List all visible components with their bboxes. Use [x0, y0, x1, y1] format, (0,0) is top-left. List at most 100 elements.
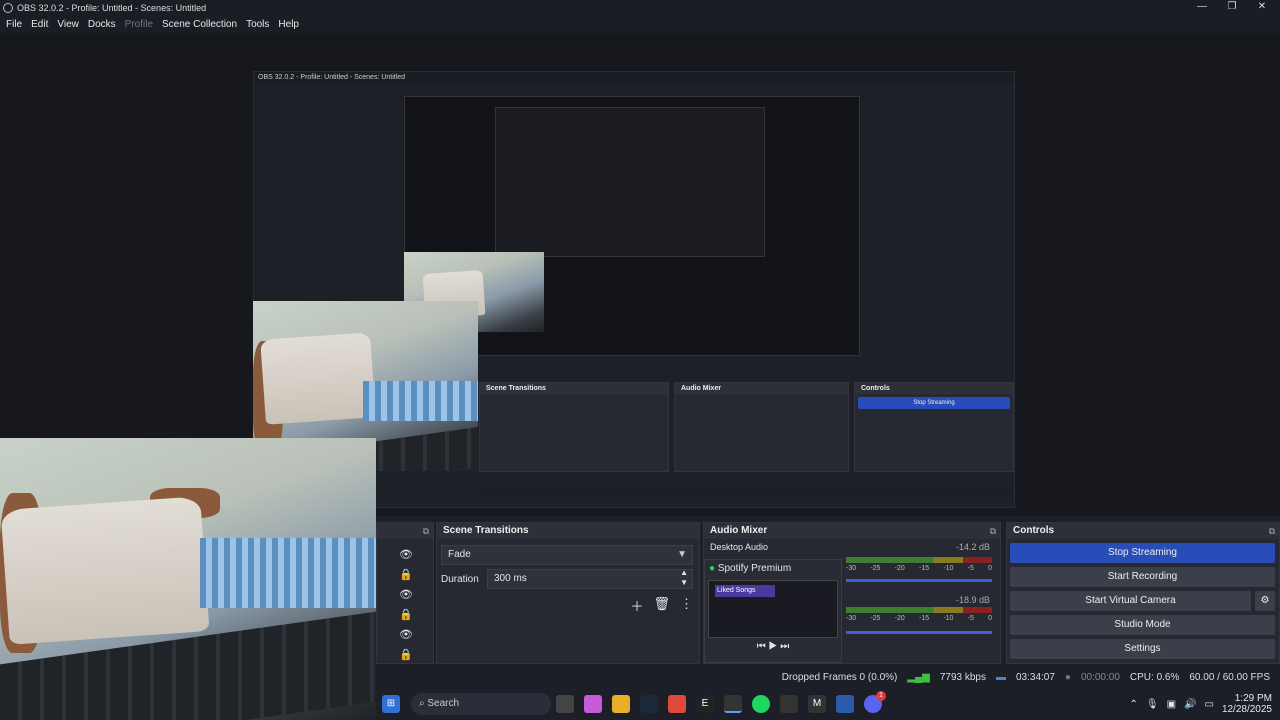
source-row[interactable]: 👁 🔒	[399, 625, 429, 665]
network-icon[interactable]: ▣	[1167, 699, 1176, 710]
battery-icon[interactable]: ▭	[1204, 699, 1213, 710]
play-icon[interactable]: ▶	[769, 641, 778, 652]
desktop-audio-label: Desktop Audio	[710, 542, 769, 552]
app-icon[interactable]: M	[808, 695, 826, 713]
spotify-icon[interactable]	[752, 695, 770, 713]
add-transition-button[interactable]: ＋	[630, 596, 643, 615]
duration-label: Duration	[441, 573, 479, 585]
fps: 60.00 / 60.00 FPS	[1189, 671, 1270, 683]
title-bar: OBS 32.0.2 - Profile: Untitled - Scenes:…	[0, 0, 1280, 15]
chrome-icon[interactable]	[668, 695, 686, 713]
search-box[interactable]: ⌕ Search	[411, 693, 551, 715]
record-icon: ●	[1064, 671, 1071, 683]
copilot-icon[interactable]	[584, 695, 602, 713]
trash-icon[interactable]: 🗑	[653, 596, 670, 615]
epic-games-icon[interactable]: E	[696, 695, 714, 713]
menu-tools[interactable]: Tools	[246, 19, 269, 30]
camera-feed-main	[0, 438, 376, 720]
shield-icon[interactable]	[836, 695, 854, 713]
gear-icon[interactable]: ⚙	[1255, 591, 1275, 611]
file-explorer-icon[interactable]	[612, 695, 630, 713]
obs-icon[interactable]	[724, 695, 742, 713]
bitrate: 7793 kbps	[939, 671, 986, 683]
spotify-db: -18.9 dB	[955, 595, 990, 605]
eye-icon[interactable]: 👁	[399, 629, 413, 641]
microphone-icon[interactable]: 🎙	[1146, 699, 1159, 710]
menu-help[interactable]: Help	[278, 19, 299, 30]
obs-logo-icon	[3, 2, 13, 13]
stream-icon: ▬	[995, 671, 1006, 683]
menu-docks[interactable]: Docks	[88, 19, 116, 30]
stream-time: 03:34:07	[1015, 671, 1055, 683]
status-bar: Dropped Frames 0 (0.0%) ▂▄▆ 7793 kbps ▬ …	[376, 666, 1280, 688]
stop-streaming-button[interactable]: Stop Streaming	[1010, 543, 1275, 563]
duration-input[interactable]: 300 ms ▲ ▼	[487, 568, 693, 589]
spotify-icon: ●	[709, 563, 716, 574]
next-track-icon[interactable]: ⏭	[780, 641, 789, 652]
windows-start-icon[interactable]: ⊞	[382, 695, 400, 713]
spotify-slider[interactable]	[846, 631, 992, 634]
meter-ticks: -30 -25 -20 -15 -10 -5 0	[846, 615, 992, 622]
scene-transitions-panel: Scene Transitions Fade ▼ Duration 300 ms…	[436, 522, 700, 664]
task-view-icon[interactable]	[556, 695, 574, 713]
desktop-audio-db: -14.2 dB	[955, 542, 990, 552]
previous-track-icon[interactable]: ⏮	[757, 641, 766, 652]
spotify-popup: ● Spotify Premium Liked Songs ⏮ ▶ ⏭	[704, 559, 842, 663]
signal-icon: ▂▄▆	[907, 671, 930, 683]
nested-controls-panel: Controls Stop Streaming	[854, 382, 1014, 472]
lock-icon[interactable]: 🔒	[399, 649, 413, 661]
eye-icon[interactable]: 👁	[399, 549, 413, 561]
start-virtual-camera-button[interactable]: Start Virtual Camera	[1010, 591, 1251, 611]
spotify-label: Spotify Premium	[717, 563, 792, 574]
preview-canvas[interactable]: OBS 32.0.2 - Profile: Untitled - Scenes:…	[0, 33, 1280, 720]
maximize-icon[interactable]: ❐	[1216, 0, 1248, 15]
search-label: Search	[427, 698, 460, 709]
clock[interactable]: 1:29 PM 12/28/2025	[1222, 693, 1272, 715]
stepper-icon[interactable]: ▲ ▼	[680, 568, 688, 588]
nested-title: OBS 32.0.2 - Profile: Untitled - Scenes:…	[254, 72, 1014, 84]
menu-profile[interactable]: Profile	[125, 19, 153, 30]
source-row[interactable]: 👁 🔒	[399, 585, 429, 625]
desktop-audio-meter	[846, 557, 992, 563]
nested-preview-inner	[495, 107, 765, 257]
dock-area: ⧉ 👁 🔒 👁 🔒 👁 🔒 👁 🔒 Scene Transitions Fade…	[376, 516, 1280, 701]
menu-file[interactable]: File	[6, 19, 22, 30]
meter-ticks: -30 -25 -20 -15 -10 -5 0	[846, 565, 992, 572]
menu-edit[interactable]: Edit	[31, 19, 48, 30]
spotify-card-title: Liked Songs	[715, 585, 775, 597]
lock-icon[interactable]: 🔒	[399, 569, 413, 581]
nested-mixer-panel: Audio Mixer	[674, 382, 849, 472]
chevron-down-icon: ▼	[677, 549, 687, 560]
dock-options-icon[interactable]: ⧉	[990, 523, 996, 539]
dock-options-icon[interactable]: ⧉	[1269, 523, 1275, 539]
window-title: OBS 32.0.2 - Profile: Untitled - Scenes:…	[17, 2, 207, 13]
scene-transitions-header: Scene Transitions	[437, 523, 699, 539]
capcut-icon[interactable]	[780, 695, 798, 713]
menu-view[interactable]: View	[57, 19, 79, 30]
menu-scene-collection[interactable]: Scene Collection	[162, 19, 237, 30]
steam-icon[interactable]	[640, 695, 658, 713]
lock-icon[interactable]: 🔒	[399, 609, 413, 621]
dock-options-icon[interactable]: ⧉	[423, 523, 429, 539]
eye-icon[interactable]: 👁	[399, 589, 413, 601]
audio-mixer-panel: Audio Mixer ⧉ Desktop Audio -14.2 dB -30-…	[703, 522, 1001, 664]
start-recording-button[interactable]: Start Recording	[1010, 567, 1275, 587]
volume-icon[interactable]: 🔊	[1184, 699, 1196, 710]
spotify-meter	[846, 607, 992, 613]
transition-value: Fade	[448, 549, 471, 560]
more-options-icon[interactable]: ⋮	[680, 596, 693, 615]
sources-panel: ⧉ 👁 🔒 👁 🔒 👁 🔒 👁 🔒	[376, 522, 434, 701]
clock-time: 1:29 PM	[1234, 693, 1272, 704]
nested-transitions-panel: Scene Transitions	[479, 382, 669, 472]
dropped-frames: Dropped Frames 0 (0.0%)	[781, 671, 898, 683]
controls-header: Controls ⧉	[1007, 523, 1279, 539]
source-row[interactable]: 👁 🔒	[399, 545, 429, 585]
transition-select[interactable]: Fade ▼	[441, 545, 693, 565]
settings-button[interactable]: Settings	[1010, 639, 1275, 659]
discord-icon[interactable]: 1	[864, 691, 886, 713]
minimize-icon[interactable]: —	[1186, 0, 1218, 15]
close-icon[interactable]: ✕	[1246, 0, 1278, 15]
studio-mode-button[interactable]: Studio Mode	[1010, 615, 1275, 635]
desktop-audio-slider[interactable]	[846, 579, 992, 582]
chevron-up-icon[interactable]: ⌃	[1129, 699, 1137, 710]
